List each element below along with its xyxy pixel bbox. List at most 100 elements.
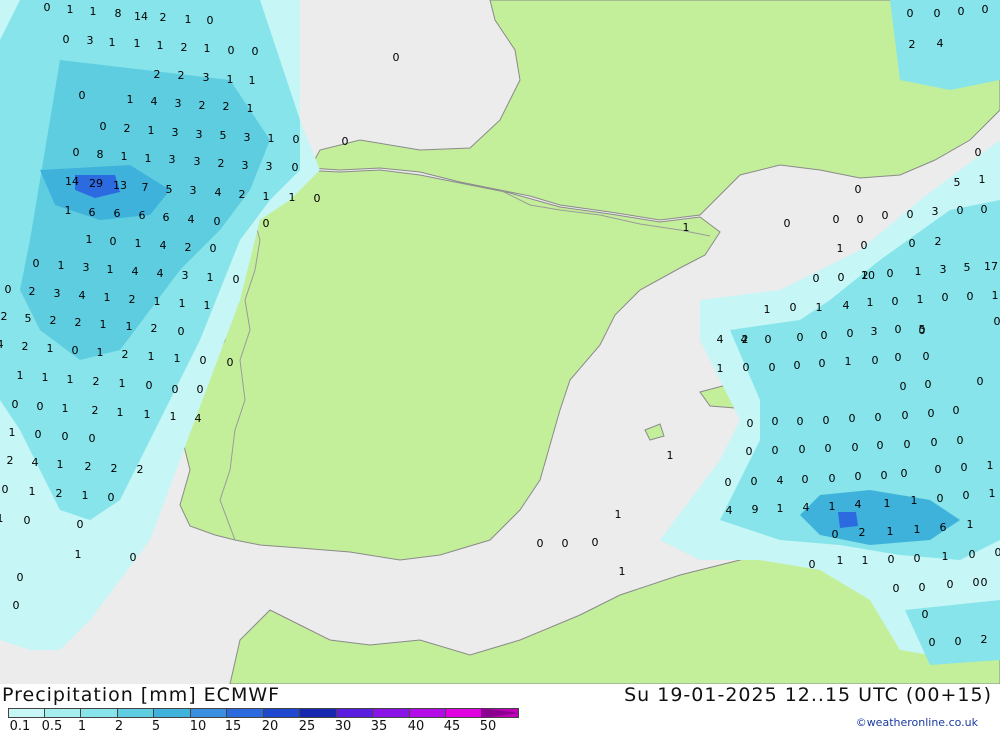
precip-value: 6 <box>940 521 947 534</box>
precip-value: 2 <box>1 310 8 323</box>
precip-value: 1 <box>17 369 24 382</box>
precip-value: 3 <box>169 153 176 166</box>
precip-value: 0 <box>922 608 929 621</box>
legend-label: 10 <box>190 719 207 734</box>
precip-value: 1 <box>979 173 986 186</box>
precip-value: 3 <box>194 155 201 168</box>
precip-value: 0 <box>888 553 895 566</box>
precip-value: 1 <box>862 554 869 567</box>
precip-value: 1 <box>615 508 622 521</box>
precip-value: 1 <box>247 102 254 115</box>
precip-value: 0 <box>12 398 19 411</box>
precip-value: 4 <box>215 186 222 199</box>
precip-value: 3 <box>242 159 249 172</box>
precip-value: 1 <box>867 296 874 309</box>
precip-value: 6 <box>163 211 170 224</box>
precip-value: 0 <box>925 378 932 391</box>
precip-value: 3 <box>87 34 94 47</box>
precip-value: 0 <box>200 354 207 367</box>
precip-value: 1 <box>667 449 674 462</box>
precip-value: 0 <box>994 315 1000 328</box>
precip-value: 4 <box>741 333 748 346</box>
precip-value: 0 <box>928 407 935 420</box>
precip-value: 14 <box>65 175 79 188</box>
precip-value: 4 <box>132 265 139 278</box>
precip-value: 0 <box>904 438 911 451</box>
precip-value: 0 <box>72 344 79 357</box>
precip-value: 0 <box>855 470 862 483</box>
precip-value: 0 <box>893 582 900 595</box>
precip-value: 0 <box>975 146 982 159</box>
precip-value: 4 <box>777 474 784 487</box>
precip-value: 0 <box>907 7 914 20</box>
precip-value: 0 <box>882 209 889 222</box>
precip-value: 2 <box>56 487 63 500</box>
precip-value: 0 <box>228 44 235 57</box>
precip-value: 1 <box>683 221 690 234</box>
precip-value: 1 <box>887 525 894 538</box>
precip-value: 1 <box>145 152 152 165</box>
precip-value: 1 <box>86 233 93 246</box>
precip-value: 2 <box>199 99 206 112</box>
precip-value: 1 <box>126 320 133 333</box>
precip-value: 2 <box>218 157 225 170</box>
precip-value: 5 <box>25 312 32 325</box>
precip-value: 1 <box>148 350 155 363</box>
precip-value: 8 <box>97 148 104 161</box>
precip-value: 0 <box>797 415 804 428</box>
precip-value: 0 <box>895 323 902 336</box>
precip-value: 1 <box>119 377 126 390</box>
precip-value: 0 <box>947 578 954 591</box>
precip-value: 1 <box>67 3 74 16</box>
precip-value: 1 <box>987 459 994 472</box>
precip-value: 4 <box>188 213 195 226</box>
precip-value: 0 <box>982 3 989 16</box>
precip-value: 3 <box>172 126 179 139</box>
precip-value: 0 <box>790 301 797 314</box>
precip-value: 4 <box>195 412 202 425</box>
precip-value: 0 <box>977 375 984 388</box>
precip-value: 1 <box>917 293 924 306</box>
precip-value: 0 <box>293 133 300 146</box>
precip-value: 3 <box>932 205 939 218</box>
precip-value: 1 <box>157 39 164 52</box>
precip-value: 0 <box>24 514 31 527</box>
precip-value: 0 <box>746 445 753 458</box>
legend-label: 25 <box>299 719 316 734</box>
precip-value: 0 <box>33 257 40 270</box>
precip-value: 1 <box>42 371 49 384</box>
precip-value: 1 <box>915 265 922 278</box>
precip-value: 0 <box>797 331 804 344</box>
precip-value: 0 <box>937 492 944 505</box>
legend-swatch <box>300 708 337 718</box>
precip-value: 1 <box>717 362 724 375</box>
precip-value: 3 <box>266 160 273 173</box>
precip-value: 0 <box>934 7 941 20</box>
precip-value: 29 <box>89 177 103 190</box>
precip-value: 0 <box>929 636 936 649</box>
precip-value: 3 <box>244 131 251 144</box>
precip-value: 2 <box>137 463 144 476</box>
precip-value: 1 <box>942 550 949 563</box>
precip-value: 1 <box>121 150 128 163</box>
precip-value: 4 <box>855 498 862 511</box>
precip-value: 1 <box>911 494 918 507</box>
precip-value: 0 <box>562 537 569 550</box>
precip-value: 13 <box>113 179 127 192</box>
precip-value: 0 <box>961 461 968 474</box>
precip-value: 4 <box>843 299 850 312</box>
precip-value: 0 <box>872 354 879 367</box>
footer: Precipitation [mm] ECMWF Su 19-01-2025 1… <box>0 684 1000 733</box>
precip-value: 2 <box>178 69 185 82</box>
precip-value: 2 <box>122 348 129 361</box>
precip-value: 0 <box>13 599 20 612</box>
credit-link[interactable]: ©weatheronline.co.uk <box>856 716 978 729</box>
precip-value: 2 <box>223 100 230 113</box>
precip-value: 1 <box>227 73 234 86</box>
precip-value: 1 <box>204 299 211 312</box>
legend-labels: 0.10.5125101520253035404550 <box>0 719 520 733</box>
precip-value: 1 <box>289 191 296 204</box>
precip-value: 0 <box>881 469 888 482</box>
precip-value: 4 <box>0 338 4 351</box>
precip-value: 0 <box>233 273 240 286</box>
